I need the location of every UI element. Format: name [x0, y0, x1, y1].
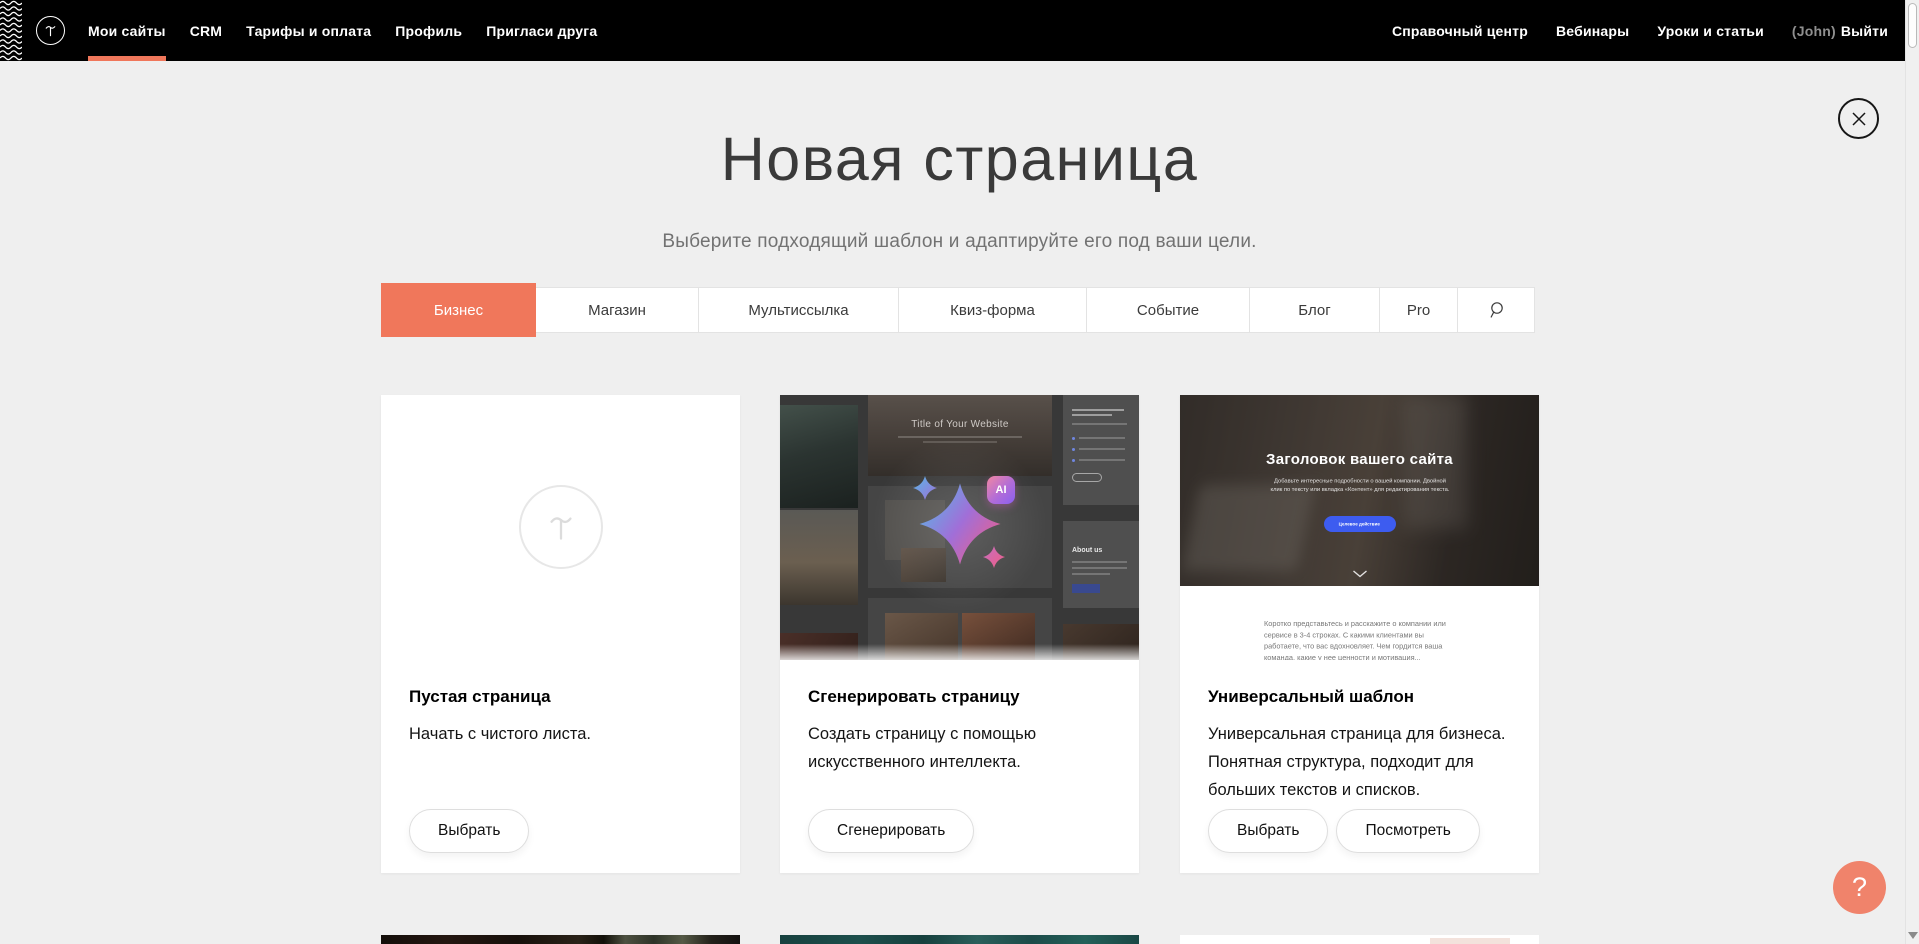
template-hero-image: Заголовок вашего сайта Добавьте интересн…	[1180, 395, 1539, 586]
collage-tile-desk-photo	[780, 405, 858, 508]
nav-item-plans-payment[interactable]: Тарифы и оплата	[246, 0, 371, 61]
tab-pro[interactable]: Pro	[1380, 287, 1458, 333]
about-us-label: About us	[1072, 547, 1102, 554]
tab-multilink[interactable]: Мультиссылка	[699, 287, 899, 333]
tilda-watermark-icon	[540, 506, 582, 548]
template-body-text: Коротко представьтесь и расскажите о ком…	[1264, 619, 1456, 660]
template-card-partial-2[interactable]	[780, 935, 1139, 944]
tab-event[interactable]: Событие	[1087, 287, 1250, 333]
preview-universal-button[interactable]: Посмотреть	[1336, 809, 1479, 853]
tab-quiz-form[interactable]: Квиз-форма	[899, 287, 1087, 333]
blank-page-preview	[381, 395, 740, 660]
card-buttons: Сгенерировать	[808, 809, 974, 853]
scrollbar	[1905, 0, 1919, 944]
card-description: Универсальная страница для бизнеса. Поня…	[1208, 720, 1511, 804]
template-card-ai-generate[interactable]: Title of Your Website About us	[780, 395, 1139, 873]
tilda-watermark-circle	[519, 485, 603, 569]
card-body: Пустая страница Начать с чистого листа. …	[381, 660, 740, 873]
website-collage: Title of Your Website About us	[780, 395, 1139, 660]
card-title: Универсальный шаблон	[1208, 687, 1511, 707]
zigzag-pattern-decoration	[0, 0, 22, 61]
card-title: Сгенерировать страницу	[808, 687, 1111, 707]
about-us-button	[1072, 584, 1100, 593]
collage-hero-title: Title of Your Website	[868, 419, 1052, 430]
ai-sparkle-small-pink-icon	[980, 545, 1008, 569]
template-hero-subtitle: Добавьте интересные подробности о вашей …	[1269, 477, 1451, 494]
template-card-partial-3[interactable]	[1180, 935, 1539, 944]
collage-tile-service-text	[1063, 395, 1139, 505]
collage-tile-about-us: About us	[1063, 521, 1139, 608]
card-description: Начать с чистого листа.	[409, 720, 712, 748]
card-body: Сгенерировать страницу Создать страницу …	[780, 660, 1139, 873]
chevron-down-icon	[1352, 570, 1368, 578]
generate-button[interactable]: Сгенерировать	[808, 809, 974, 853]
template-card-universal[interactable]: Заголовок вашего сайта Добавьте интересн…	[1180, 395, 1539, 873]
nav-item-crm[interactable]: CRM	[190, 0, 222, 61]
nav-item-logout[interactable]: (John) Выйти	[1792, 0, 1888, 61]
template-body-section: Коротко представьтесь и расскажите о ком…	[1180, 586, 1539, 660]
scrollbar-thumb[interactable]	[1908, 3, 1917, 48]
help-icon: ?	[1852, 872, 1867, 903]
ai-generate-preview: Title of Your Website About us	[780, 395, 1139, 660]
nav-item-webinars[interactable]: Вебинары	[1556, 0, 1629, 61]
search-icon	[1488, 301, 1505, 319]
nav-item-my-sites[interactable]: Мои сайты	[88, 0, 166, 61]
card-description: Создать страницу с помощью искусственног…	[808, 720, 1111, 776]
card-buttons: Выбрать	[409, 809, 529, 853]
template-hero-title: Заголовок вашего сайта	[1180, 451, 1539, 468]
card-body: Универсальный шаблон Универсальная стран…	[1180, 660, 1539, 873]
tab-search[interactable]	[1458, 287, 1535, 333]
page-title: Новая страница	[0, 124, 1919, 194]
template-card-partial-1[interactable]	[381, 935, 740, 944]
tilda-logo-icon	[41, 21, 60, 40]
logout-label: Выйти	[1841, 23, 1888, 39]
navbar-left-menu: Мои сайты CRM Тарифы и оплата Профиль Пр…	[88, 0, 597, 61]
top-navbar: Мои сайты CRM Тарифы и оплата Профиль Пр…	[0, 0, 1919, 61]
card-title: Пустая страница	[409, 687, 712, 707]
user-name: (John)	[1792, 23, 1836, 39]
universal-template-preview: Заголовок вашего сайта Добавьте интересн…	[1180, 395, 1539, 660]
scrollbar-down-arrow[interactable]	[1908, 932, 1918, 939]
template-card-blank-page[interactable]: Пустая страница Начать с чистого листа. …	[381, 395, 740, 873]
collage-bottom-fade	[780, 644, 1139, 660]
ai-badge: AI	[987, 476, 1015, 504]
page-subtitle: Выберите подходящий шаблон и адаптируйте…	[0, 231, 1919, 253]
tilda-logo[interactable]	[36, 16, 65, 45]
nav-item-help-center[interactable]: Справочный центр	[1392, 0, 1528, 61]
card-buttons: Выбрать Посмотреть	[1208, 809, 1480, 853]
nav-item-invite-friend[interactable]: Пригласи друга	[486, 0, 597, 61]
nav-item-profile[interactable]: Профиль	[395, 0, 462, 61]
template-hero-button: Целевое действие	[1324, 516, 1396, 532]
nav-item-lessons-articles[interactable]: Уроки и статьи	[1657, 0, 1764, 61]
select-universal-button[interactable]: Выбрать	[1208, 809, 1328, 853]
collage-tile-livingroom-photo	[780, 510, 858, 605]
help-button[interactable]: ?	[1833, 861, 1886, 914]
tab-blog[interactable]: Блог	[1250, 287, 1380, 333]
tab-shop[interactable]: Магазин	[536, 287, 699, 333]
navbar-right-menu: Справочный центр Вебинары Уроки и статьи…	[1392, 0, 1888, 61]
tab-business[interactable]: Бизнес	[381, 283, 536, 337]
select-blank-button[interactable]: Выбрать	[409, 809, 529, 853]
template-category-tabs: Бизнес Магазин Мультиссылка Квиз-форма С…	[381, 287, 1535, 333]
